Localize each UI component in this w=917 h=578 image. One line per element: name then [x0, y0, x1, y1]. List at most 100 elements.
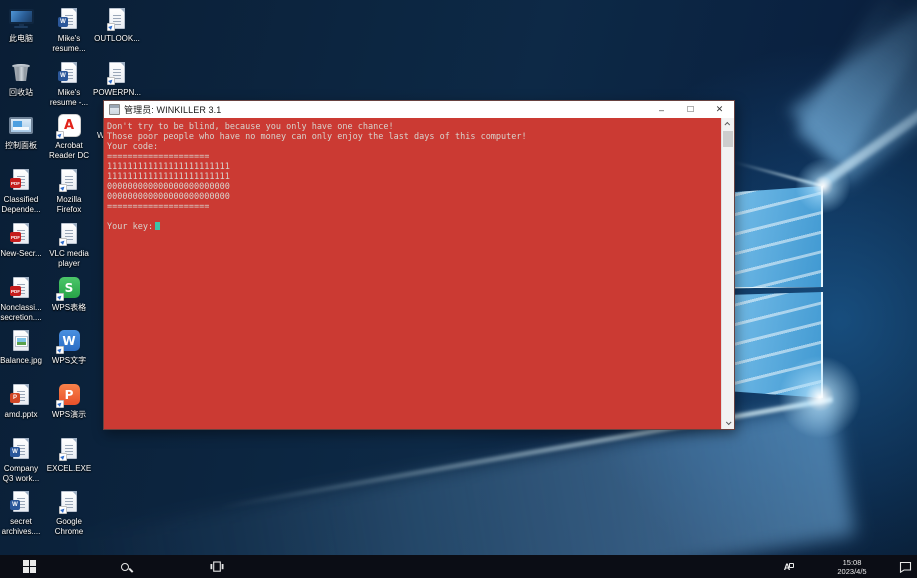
desktop-icon-label: 回收站	[9, 88, 33, 98]
desktop-icon-label: Mike's resume -...	[50, 88, 88, 107]
desktop-icon-excel-exe[interactable]: EXCEL.EXE	[47, 434, 91, 474]
clock-date: 2023/4/5	[821, 567, 883, 576]
desktop-icon-label: WPS演示	[52, 410, 86, 420]
console-line: ====================	[107, 152, 718, 162]
task-view-icon	[210, 561, 224, 573]
powerpoint-document-icon: P	[13, 384, 29, 405]
file-shortcut-icon	[61, 438, 77, 459]
wps-writer-icon: W	[59, 330, 80, 351]
word-document-icon: W	[13, 491, 29, 512]
desktop-icon-label: Acrobat Reader DC	[49, 141, 89, 160]
desktop-icon-label: POWERPN...	[93, 88, 141, 98]
windows-logo-icon	[23, 560, 36, 573]
console-line	[107, 212, 718, 222]
desktop-icon-label: VLC media player	[49, 249, 89, 268]
console-cursor	[155, 222, 160, 230]
recycle-bin-icon	[12, 64, 30, 81]
desktop-icon-recycle-bin[interactable]: 回收站	[0, 58, 43, 98]
ime-indicator[interactable]: A	[777, 562, 797, 572]
desktop-icon-label: Google Chrome	[55, 517, 83, 536]
console-line: 000000000000000000000000	[107, 192, 718, 202]
console-window: 管理员: WINKILLER 3.1 – □ ✕ Don't try to be…	[103, 100, 735, 430]
word-document-icon: W	[13, 438, 29, 459]
desktop-icon-mozilla-firefox[interactable]: Mozilla Firefox	[47, 165, 91, 214]
search-button[interactable]	[108, 555, 142, 578]
desktop: 此电脑 W Mike's resume... OUTLOOK... 回收站 W Mike's…	[0, 0, 917, 578]
taskbar: A 15:08 2023/4/5	[0, 555, 917, 578]
desktop-icon-label: amd.pptx	[5, 410, 38, 420]
image-file-icon	[13, 330, 29, 351]
desktop-icon-wps-presentation[interactable]: PWPS演示	[47, 380, 91, 420]
window-titlebar[interactable]: 管理员: WINKILLER 3.1 – □ ✕	[104, 101, 734, 118]
console-line: 111111111111111111111111	[107, 162, 718, 172]
shortcut-arrow-icon	[56, 400, 64, 408]
console-line: ====================	[107, 202, 718, 212]
shortcut-arrow-icon	[59, 453, 67, 461]
desktop-icon-wps-spreadsheets[interactable]: SWPS表格	[47, 273, 91, 313]
search-icon	[121, 563, 129, 571]
desktop-icon-new-secret[interactable]: PDFNew-Secr...	[0, 219, 43, 259]
desktop-icon-classified-dependencies[interactable]: PDFClassified Depende...	[0, 165, 43, 214]
console-line: Those poor people who have no money can …	[107, 132, 718, 142]
control-panel-icon	[9, 117, 33, 134]
shortcut-arrow-icon	[59, 238, 67, 246]
minimize-button[interactable]: –	[647, 101, 676, 118]
maximize-button[interactable]: □	[676, 101, 705, 118]
desktop-icon-mikes-resume-2[interactable]: W Mike's resume -...	[47, 58, 91, 107]
desktop-icon-this-pc[interactable]: 此电脑	[0, 4, 43, 44]
action-center-icon	[899, 561, 912, 573]
desktop-icon-amd-pptx[interactable]: Pamd.pptx	[0, 380, 43, 420]
desktop-icon-mikes-resume[interactable]: W Mike's resume...	[47, 4, 91, 53]
close-button[interactable]: ✕	[705, 101, 734, 118]
acrobat-icon: A	[59, 115, 80, 136]
clock-time: 15:08	[821, 558, 883, 567]
pdf-document-icon: PDF	[13, 169, 29, 190]
file-shortcut-icon	[61, 223, 77, 244]
desktop-icon-powerpnt[interactable]: POWERPN...	[95, 58, 139, 98]
file-shortcut-icon	[61, 169, 77, 190]
shortcut-arrow-icon	[56, 293, 64, 301]
word-document-icon: W	[61, 8, 77, 29]
scroll-down-icon[interactable]	[722, 417, 734, 429]
desktop-icon-control-panel[interactable]: 控制面板	[0, 111, 43, 151]
console-line: Your key:	[107, 222, 718, 232]
start-button[interactable]	[12, 555, 46, 578]
shortcut-arrow-icon	[59, 184, 67, 192]
desktop-icon-label: 控制面板	[5, 141, 37, 151]
desktop-icon-acrobat-reader-dc[interactable]: A Acrobat Reader DC	[47, 111, 91, 160]
desktop-icon-secret-archives[interactable]: Wsecret archives....	[0, 487, 43, 536]
console-app-icon	[109, 104, 120, 115]
console-content[interactable]: Don't try to be blind, because you only …	[104, 118, 734, 429]
console-output: Don't try to be blind, because you only …	[107, 122, 718, 232]
scroll-up-icon[interactable]	[722, 118, 734, 130]
pdf-document-icon: PDF	[13, 277, 29, 298]
desktop-icon-wps-writer[interactable]: WWPS文字	[47, 326, 91, 366]
desktop-icon-balance-jpg[interactable]: Balance.jpg	[0, 326, 43, 366]
desktop-icon-label: Balance.jpg	[0, 356, 42, 366]
desktop-icon-label: 此电脑	[9, 34, 33, 44]
scrollbar-thumb[interactable]	[723, 131, 733, 147]
scrollbar[interactable]	[721, 118, 734, 429]
desktop-icon-vlc-media-player[interactable]: VLC media player	[47, 219, 91, 268]
file-shortcut-icon	[109, 62, 125, 83]
desktop-icon-label: EXCEL.EXE	[47, 464, 91, 474]
desktop-icon-company-q3-work[interactable]: WCompany Q3 work...	[0, 434, 43, 483]
taskbar-clock[interactable]: 15:08 2023/4/5	[821, 558, 883, 576]
desktop-icon-label: secret archives....	[2, 517, 41, 536]
desktop-icon-nonclassified-secretion[interactable]: PDF Nonclassi... secretion....	[0, 273, 43, 322]
action-center-button[interactable]	[893, 561, 917, 573]
shortcut-arrow-icon	[107, 23, 115, 31]
console-line: Your code:	[107, 142, 718, 152]
word-document-icon: W	[61, 62, 77, 83]
console-line: Don't try to be blind, because you only …	[107, 122, 718, 132]
desktop-icon-label: OUTLOOK...	[94, 34, 140, 44]
desktop-icon-google-chrome[interactable]: Google Chrome	[47, 487, 91, 536]
desktop-icon-outlook[interactable]: OUTLOOK...	[95, 4, 139, 44]
desktop-icon-label: Nonclassi... secretion....	[0, 303, 41, 322]
task-view-button[interactable]	[200, 555, 234, 578]
console-line: 000000000000000000000000	[107, 182, 718, 192]
desktop-icon-label: Mike's resume...	[52, 34, 85, 53]
shortcut-arrow-icon	[56, 346, 64, 354]
file-shortcut-icon	[61, 491, 77, 512]
desktop-icon-label: WPS表格	[52, 303, 86, 313]
